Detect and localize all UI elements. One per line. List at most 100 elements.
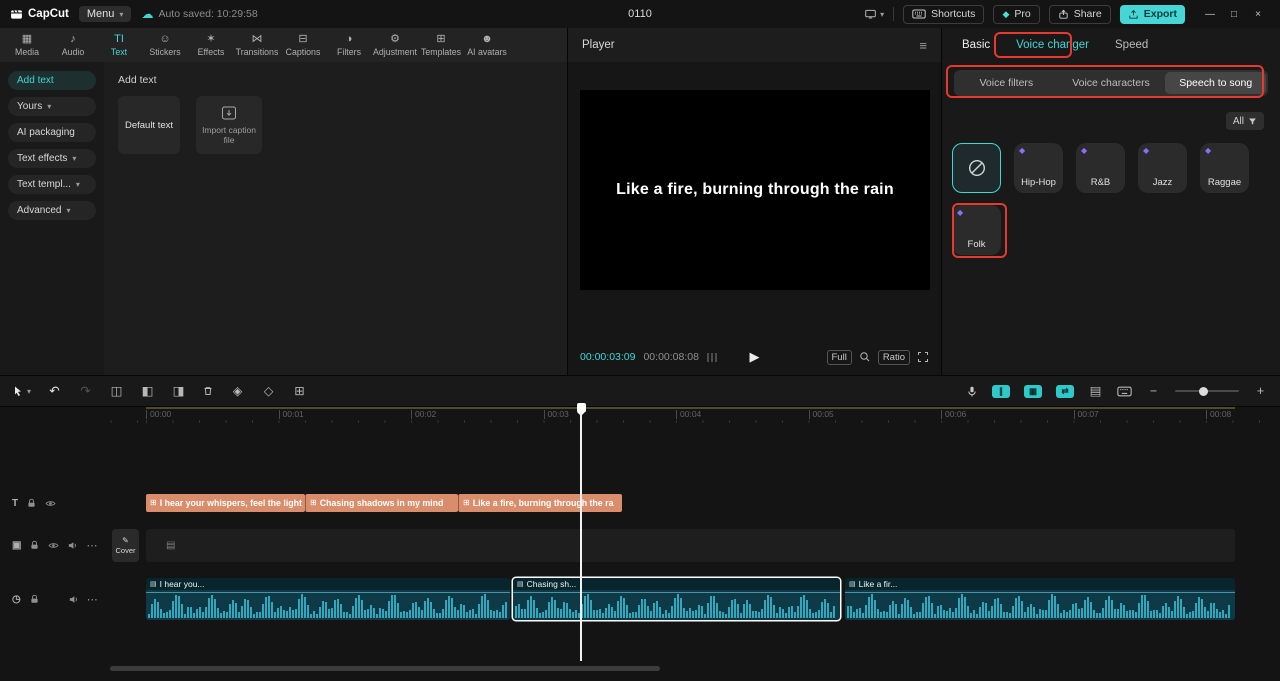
shield-icon[interactable]: ◇ (261, 384, 276, 398)
gain-line[interactable] (146, 592, 510, 593)
tab-basic[interactable]: Basic (962, 39, 990, 51)
frame-grid-icon[interactable] (706, 352, 717, 362)
timeline-ruler[interactable]: 00:00 00:01 00:02 00:03 00:04 00:05 00:06 00:07… (105, 407, 1280, 423)
auto-align-icon[interactable]: ▦ (1024, 384, 1042, 398)
ratio-button[interactable]: Ratio (877, 349, 910, 365)
select-tool-button[interactable]: ▾ (12, 385, 31, 398)
menu-button[interactable]: Menu ▾ (78, 6, 132, 22)
redo-icon[interactable]: ↷ (78, 384, 93, 398)
tab-templates[interactable]: ⊞ Templates (418, 33, 464, 57)
player-menu-icon[interactable]: ≡ (919, 38, 927, 53)
tab-captions[interactable]: ⊟ Captions (280, 33, 326, 57)
voice-none-card[interactable] (952, 143, 1001, 193)
zoom-in-icon[interactable]: + (1253, 384, 1268, 398)
delete-right-icon[interactable]: ◨ (171, 384, 186, 398)
sidebar-item-text-effects[interactable]: Text effects ▾ (8, 149, 96, 168)
tab-speed[interactable]: Speed (1115, 39, 1148, 51)
text-clip[interactable]: ⊞ I hear your whispers, feel the light (146, 494, 305, 512)
default-text-card[interactable]: Default text (118, 96, 180, 154)
tab-text[interactable]: TI Text (96, 33, 142, 57)
tab-ai-avatars[interactable]: ☻ AI avatars (464, 33, 510, 57)
audio-clip[interactable]: ▤ I hear you... (146, 578, 510, 620)
mask-icon[interactable]: ◈ (230, 384, 245, 398)
tab-effects[interactable]: ✶ Effects (188, 33, 234, 57)
fullscreen-icon[interactable] (917, 351, 929, 363)
voice-card-jazz[interactable]: ◆ Jazz (1138, 143, 1187, 193)
timeline-zoom-slider[interactable] (1175, 386, 1239, 396)
maximize-button[interactable]: □ (1222, 9, 1246, 20)
pro-button[interactable]: ◆ Pro (993, 4, 1040, 24)
gain-line[interactable] (845, 592, 1235, 593)
speaker-icon[interactable] (67, 540, 78, 551)
tab-stickers[interactable]: ☺ Stickers (142, 33, 188, 57)
more-options-icon[interactable]: ⋯ (87, 593, 98, 606)
shortcut-keyboard-icon[interactable] (1117, 386, 1132, 397)
workspace-layout-button[interactable]: ▾ (864, 8, 884, 20)
linked-selection-icon[interactable]: ⇄ (1056, 384, 1074, 398)
magnetic-timeline-icon[interactable]: ∥ (992, 384, 1010, 398)
sidebar-item-text-templates[interactable]: Text templ... ▾ (8, 175, 96, 194)
media-icon: ▦ (21, 33, 33, 45)
tab-adjustment[interactable]: ⚙ Adjustment (372, 33, 418, 57)
lock-icon[interactable] (29, 594, 40, 605)
pro-label: Pro (1014, 8, 1031, 20)
tab-transitions[interactable]: ⋈ Transitions (234, 33, 280, 57)
segment-speech-to-song[interactable]: Speech to song (1165, 72, 1267, 94)
tab-voice-changer[interactable]: Voice changer (1016, 39, 1089, 51)
segment-voice-characters[interactable]: Voice characters (1061, 72, 1162, 94)
lock-icon[interactable] (29, 540, 40, 551)
tab-audio[interactable]: ♪ Audio (50, 33, 96, 57)
captions-icon: ⊟ (298, 33, 308, 45)
gain-line[interactable] (513, 592, 840, 593)
ruler-label: 00:06 (941, 410, 966, 419)
timeline-area: 00:00 00:01 00:02 00:03 00:04 00:05 00:06 00:07… (0, 407, 1280, 681)
close-button[interactable]: × (1246, 9, 1270, 20)
horizontal-scrollbar[interactable] (110, 666, 660, 671)
shortcuts-button[interactable]: Shortcuts (903, 4, 985, 24)
text-clip[interactable]: ⊞ Like a fire, burning through the ra (458, 494, 622, 512)
eye-icon[interactable] (48, 540, 59, 551)
full-button[interactable]: Full (826, 349, 852, 365)
sidebar-item-advanced[interactable]: Advanced ▾ (8, 201, 96, 220)
split-icon[interactable]: ◫ (109, 384, 124, 398)
text-clip[interactable]: ⊞ Chasing shadows in my mind (305, 494, 458, 512)
voice-card-hiphop[interactable]: ◆ Hip-Hop (1014, 143, 1063, 193)
caption-box-icon[interactable]: ⊞ (292, 384, 307, 398)
video-clip[interactable]: ▤ (146, 529, 1235, 562)
zoom-preview-icon[interactable] (859, 351, 871, 363)
audio-clip[interactable]: ▤ Like a fir... (845, 578, 1235, 620)
sidebar-item-ai-packaging[interactable]: AI packaging (8, 123, 96, 142)
playhead[interactable] (576, 403, 586, 661)
adjust-tracks-icon[interactable]: ▤ (1088, 384, 1103, 398)
more-options-icon[interactable]: ⋯ (86, 539, 97, 552)
audio-track-icon: ◷ (12, 593, 21, 605)
chevron-down-icon: ▾ (880, 9, 885, 19)
video-preview[interactable]: Like a fire, burning through the rain (580, 90, 930, 290)
eye-icon[interactable] (45, 498, 56, 509)
export-button[interactable]: Export (1119, 4, 1185, 24)
lock-icon[interactable] (26, 498, 37, 509)
sidebar-item-yours[interactable]: Yours ▾ (8, 97, 96, 116)
audio-clip-selected[interactable]: ▤ Chasing sh... (513, 578, 840, 620)
playhead-head[interactable] (576, 403, 586, 416)
play-button[interactable]: ▶ (750, 349, 760, 365)
zoom-out-icon[interactable]: − (1146, 384, 1161, 398)
zoom-slider-knob[interactable] (1199, 386, 1209, 396)
import-caption-card[interactable]: Import caption file (196, 96, 262, 154)
tab-media[interactable]: ▦ Media (4, 33, 50, 57)
voice-card-raggae[interactable]: ◆ Raggae (1200, 143, 1249, 193)
cover-button[interactable]: ✎ Cover (112, 529, 139, 562)
undo-icon[interactable]: ↶ (47, 384, 62, 398)
voice-card-rnb[interactable]: ◆ R&B (1076, 143, 1125, 193)
sidebar-item-add-text[interactable]: Add text (8, 71, 96, 90)
minimize-button[interactable]: — (1198, 9, 1222, 20)
filter-all-button[interactable]: All (1225, 112, 1264, 130)
record-voiceover-icon[interactable] (966, 385, 978, 398)
segment-voice-filters[interactable]: Voice filters (956, 72, 1057, 94)
share-button[interactable]: Share (1048, 4, 1111, 24)
delete-left-icon[interactable]: ◧ (140, 384, 155, 398)
voice-card-folk[interactable]: ◆ Folk (952, 205, 1001, 255)
delete-icon[interactable] (202, 385, 214, 397)
speaker-icon[interactable] (68, 594, 79, 605)
tab-filters[interactable]: ◑ Filters (326, 33, 372, 57)
